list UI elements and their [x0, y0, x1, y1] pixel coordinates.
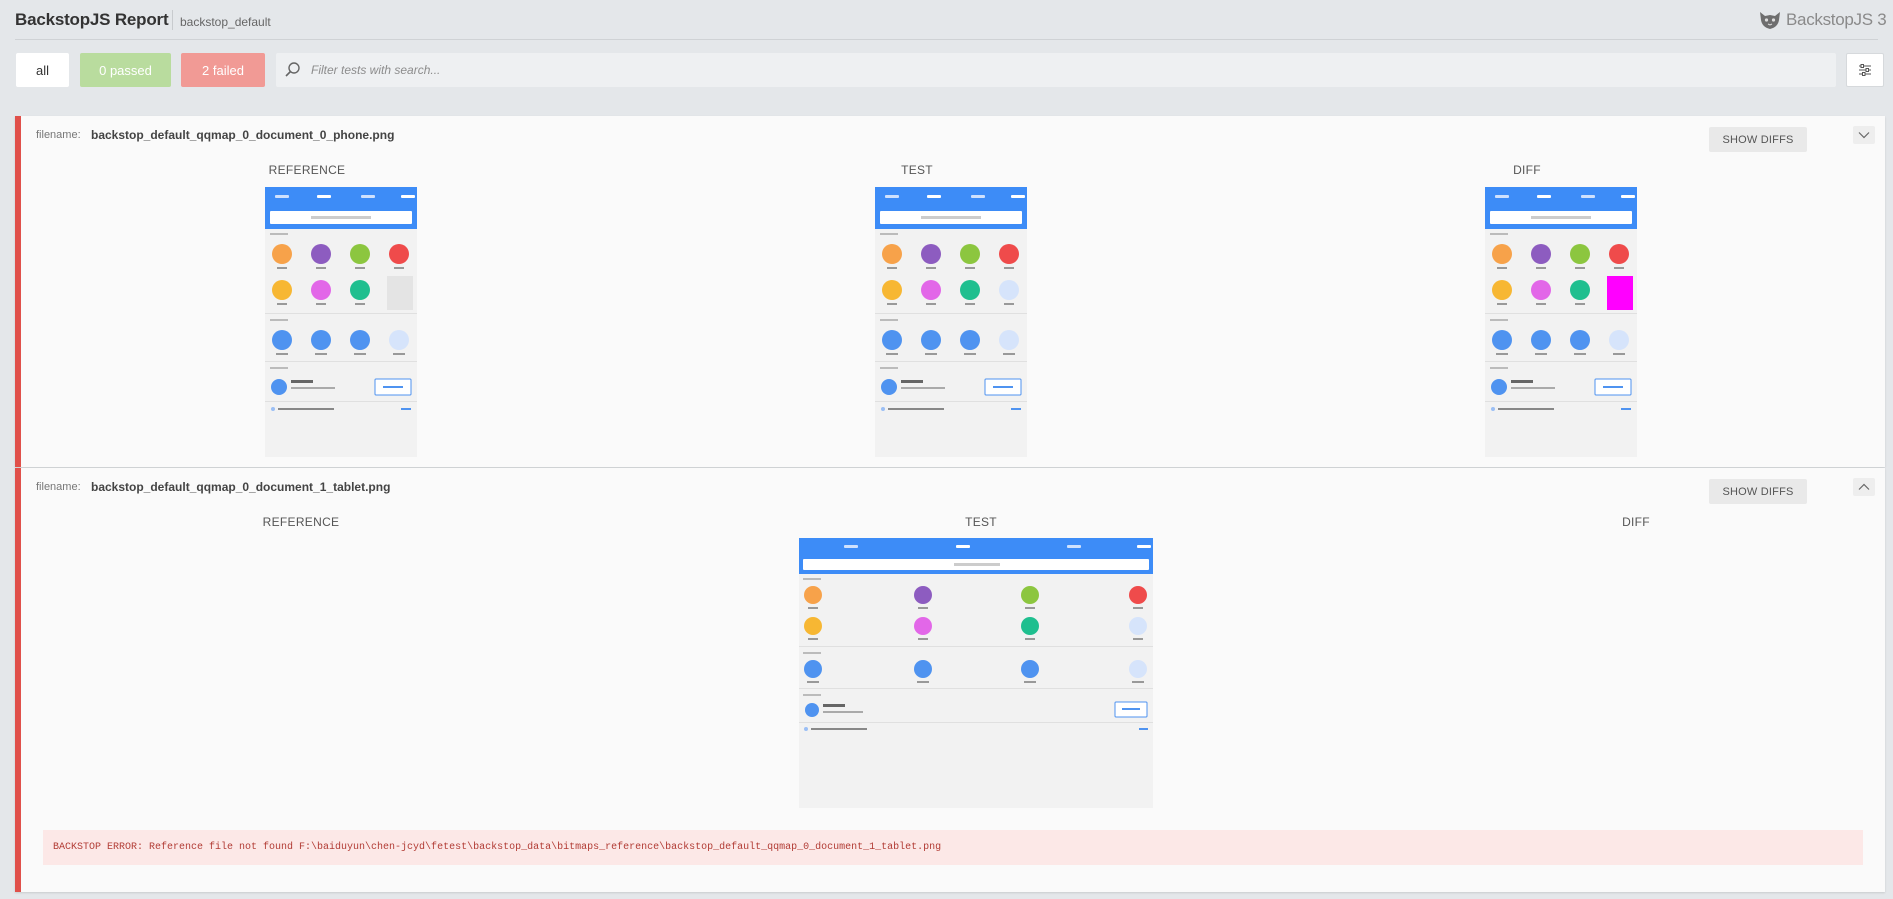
filename-value: backstop_default_qqmap_0_document_0_phon… — [91, 128, 395, 142]
test-image[interactable] — [875, 187, 1027, 457]
page-title: BackstopJS Report — [15, 10, 169, 29]
show-diffs-button[interactable]: SHOW DIFFS — [1709, 127, 1807, 152]
reference-image[interactable] — [265, 187, 417, 457]
search-icon — [285, 62, 300, 77]
error-message: BACKSTOP ERROR: Reference file not found… — [43, 830, 1863, 865]
brand: BackstopJS 3 — [1758, 9, 1887, 31]
filter-toolbar: all 0 passed 2 failed — [0, 53, 1893, 87]
sliders-icon — [1859, 64, 1871, 76]
show-diffs-button[interactable]: SHOW DIFFS — [1709, 479, 1807, 504]
chevron-up-icon — [1858, 483, 1870, 490]
project-name: backstop_default — [180, 15, 271, 29]
filter-passed-button[interactable]: 0 passed — [80, 53, 171, 87]
brand-name: BackstopJS 3 — [1786, 10, 1887, 29]
test-label: TEST — [901, 163, 933, 177]
diff-image[interactable] — [1485, 187, 1637, 457]
settings-button[interactable] — [1846, 53, 1884, 87]
test-image[interactable] — [799, 538, 1153, 808]
report-header: BackstopJS Report backstop_default Backs… — [0, 0, 1893, 40]
reference-label: REFERENCE — [262, 515, 340, 529]
test-card-phone: filename: backstop_default_qqmap_0_docum… — [15, 116, 1885, 467]
search-box — [276, 53, 1836, 87]
title-divider — [172, 10, 173, 30]
collapse-toggle[interactable] — [1853, 126, 1875, 144]
filename-label: filename: — [36, 481, 81, 493]
header-divider — [15, 39, 1878, 40]
chevron-down-icon — [1858, 132, 1870, 139]
reference-label: REFERENCE — [268, 163, 346, 177]
test-label: TEST — [965, 515, 997, 529]
search-input[interactable] — [311, 55, 1836, 85]
diff-label: DIFF — [1513, 163, 1541, 177]
backstop-cat-logo-icon — [1760, 12, 1780, 29]
filename-label: filename: — [36, 129, 81, 141]
test-card-tablet: filename: backstop_default_qqmap_0_docum… — [15, 468, 1885, 892]
filter-all-button[interactable]: all — [16, 53, 69, 87]
collapse-toggle[interactable] — [1853, 478, 1875, 496]
filename-value: backstop_default_qqmap_0_document_1_tabl… — [91, 480, 391, 494]
filter-failed-button[interactable]: 2 failed — [181, 53, 265, 87]
diff-label: DIFF — [1622, 515, 1650, 529]
